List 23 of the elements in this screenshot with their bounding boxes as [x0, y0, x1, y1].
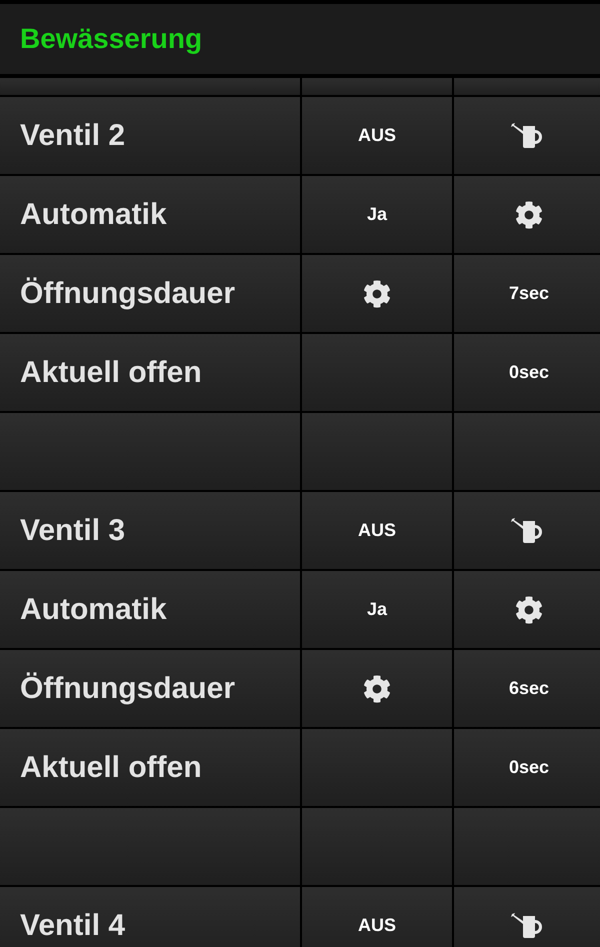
- row-label: Ventil 2: [20, 118, 126, 154]
- row-label: Ventil 3: [20, 513, 126, 549]
- value-text: 6sec: [508, 677, 550, 700]
- value-text: AUS: [358, 914, 396, 937]
- row-label: Öffnungsdauer: [20, 276, 235, 312]
- value-text: AUS: [358, 124, 396, 147]
- settings-icon[interactable]: [515, 596, 543, 624]
- row-label: Ventil 4: [20, 908, 126, 944]
- value-text: 7sec: [508, 282, 550, 305]
- row-label: Aktuell offen: [20, 355, 202, 391]
- value-text: Ja: [366, 203, 388, 226]
- settings-icon[interactable]: [515, 200, 543, 228]
- row-label: Automatik: [20, 197, 167, 233]
- settings-icon[interactable]: [363, 674, 391, 702]
- header-title: Bewässerung: [20, 22, 202, 56]
- value-text: 0sec: [508, 756, 550, 779]
- row-label: Automatik: [20, 592, 167, 628]
- value-text: 0sec: [508, 361, 550, 384]
- row-label: Öffnungsdauer: [20, 671, 235, 707]
- value-text: AUS: [358, 519, 396, 542]
- settings-icon[interactable]: [363, 280, 391, 308]
- row-label: Aktuell offen: [20, 750, 202, 786]
- value-text: Ja: [366, 598, 388, 621]
